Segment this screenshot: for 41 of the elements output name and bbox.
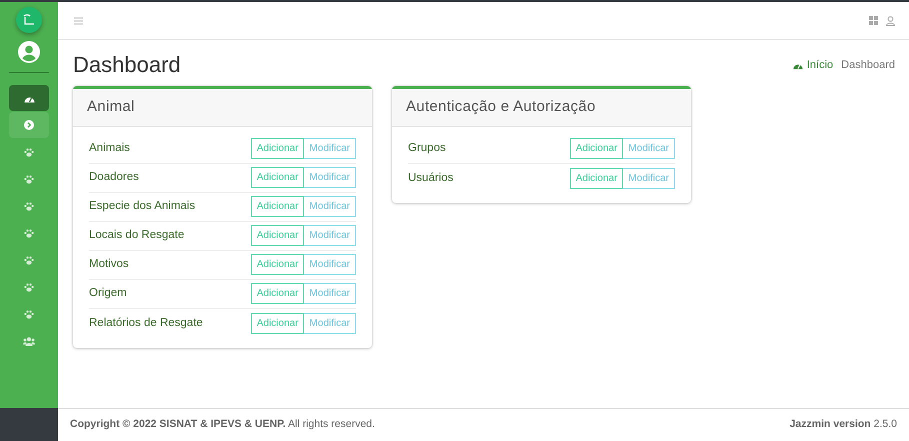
model-name: Doadores xyxy=(89,170,139,186)
add-button[interactable]: Adicionar xyxy=(250,196,304,218)
model-name: Animais xyxy=(89,141,130,156)
card-title: Autenticação e Autorização xyxy=(392,89,691,127)
modify-button[interactable]: Modificar xyxy=(304,312,356,334)
model-name: Motivos xyxy=(89,257,129,272)
add-button[interactable]: Adicionar xyxy=(250,312,304,334)
avatar-icon[interactable] xyxy=(18,41,40,63)
modify-button[interactable]: Modificar xyxy=(304,225,356,246)
add-button[interactable]: Adicionar xyxy=(570,138,624,160)
modify-button[interactable]: Modificar xyxy=(623,168,675,189)
model-name: Especie dos Animais xyxy=(89,199,196,214)
version-text: Jazzmin version 2.5.0 xyxy=(790,417,897,432)
add-button[interactable]: Adicionar xyxy=(250,138,304,160)
home-link[interactable]: Início xyxy=(792,56,834,74)
model-name: Grupos xyxy=(408,141,446,156)
add-button[interactable]: Adicionar xyxy=(250,225,304,246)
card-title: Animal xyxy=(73,89,372,127)
modify-button[interactable]: Modificar xyxy=(304,167,356,188)
breadcrumb-item: Dashboard xyxy=(841,58,895,73)
grid-icon[interactable] xyxy=(869,16,878,25)
modify-button[interactable]: Modificar xyxy=(623,138,675,160)
sidebar-footer xyxy=(0,408,58,441)
modify-button[interactable]: Modificar xyxy=(304,254,356,276)
copyright-text: Copyright © 2022 SISNAT & IPEVS & UENP. All rights reserved. xyxy=(70,417,375,432)
logo-icon[interactable] xyxy=(16,7,42,33)
modify-button[interactable]: Modificar xyxy=(304,283,356,304)
modify-button[interactable]: Modificar xyxy=(304,196,356,218)
menu-icon[interactable] xyxy=(74,16,83,24)
dashboard-icon[interactable] xyxy=(9,85,49,111)
add-button[interactable]: Adicionar xyxy=(250,167,304,188)
page-title: Dashboard xyxy=(73,52,181,78)
model-name: Origem xyxy=(89,286,127,302)
model-name: Locais do Resgate xyxy=(89,228,184,244)
add-button[interactable]: Adicionar xyxy=(250,254,304,276)
model-name: Relatórios de Resgate xyxy=(89,316,203,331)
model-name: Usuários xyxy=(408,170,454,186)
add-button[interactable]: Adicionar xyxy=(570,168,624,189)
add-button[interactable]: Adicionar xyxy=(250,283,304,304)
user-icon[interactable] xyxy=(886,16,895,26)
modify-button[interactable]: Modificar xyxy=(304,138,356,160)
